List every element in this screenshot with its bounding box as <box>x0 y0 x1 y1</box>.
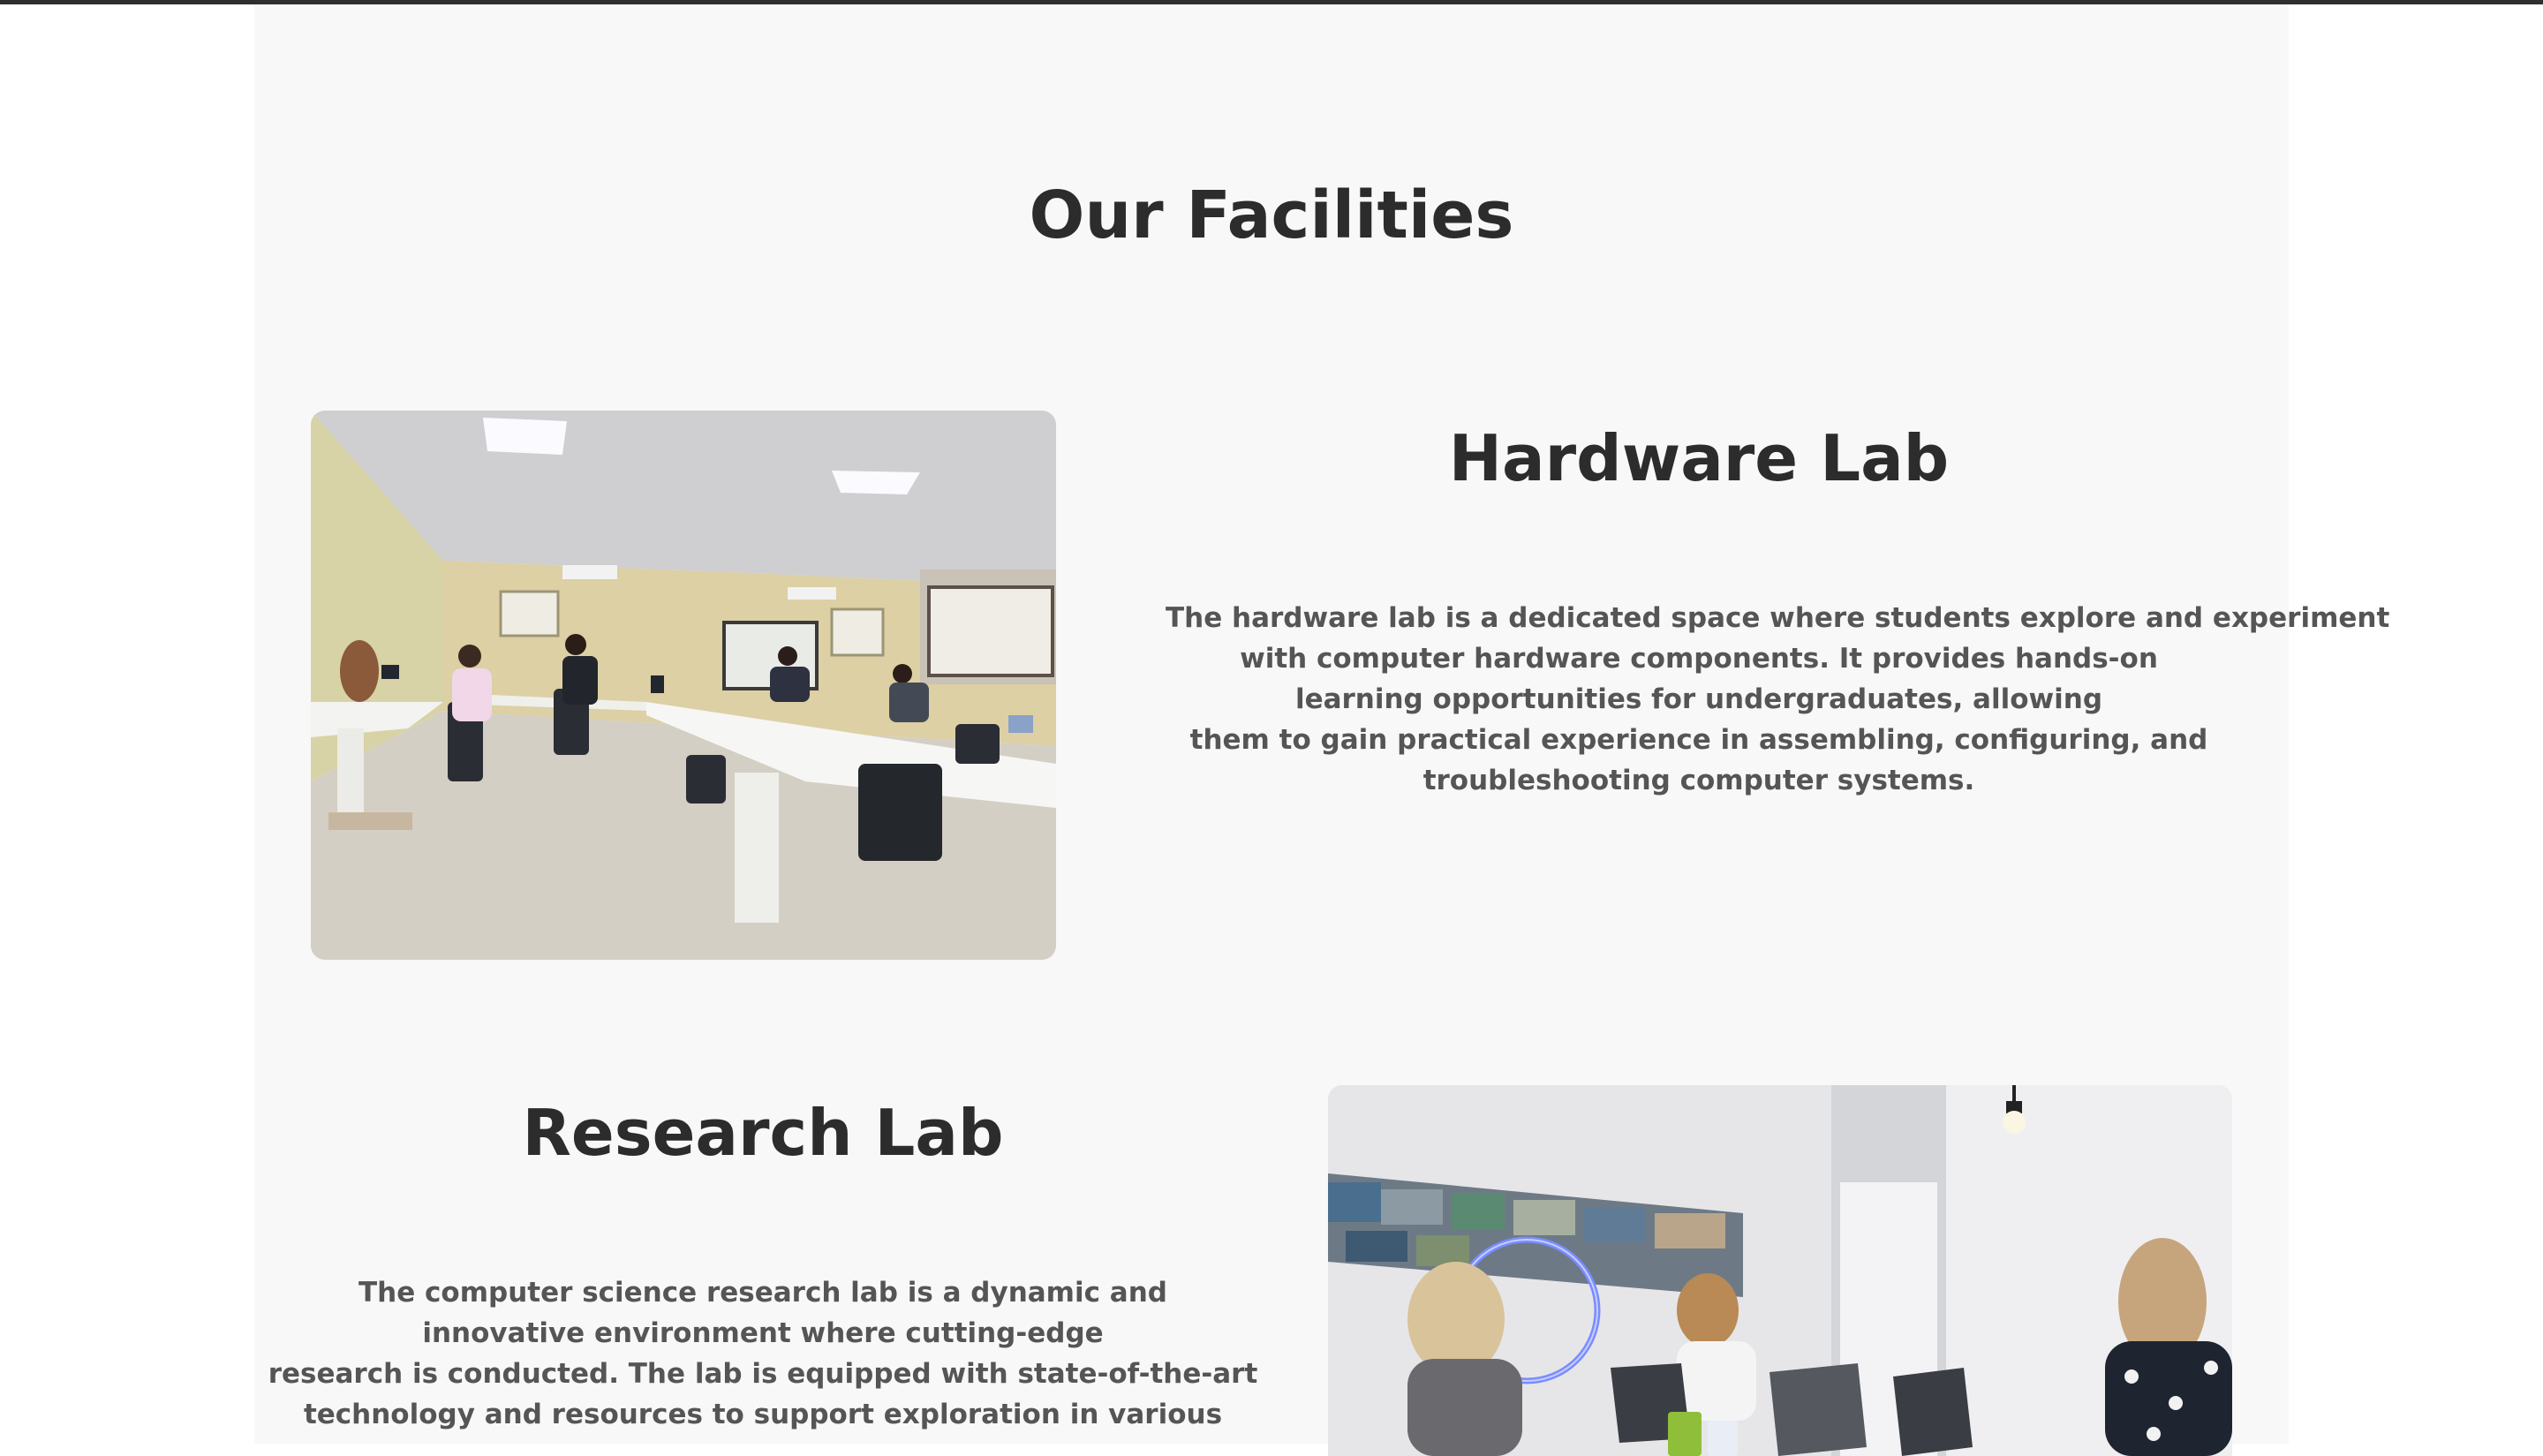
hardware-lab-description-line: The hardware lab is a dedicated space wh… <box>1166 602 2390 634</box>
hardware-lab-title: Hardware Lab <box>1448 421 1950 495</box>
research-lab-description-line: technology and resources to support expl… <box>303 1399 1223 1430</box>
research-lab-description-line: research is conducted. The lab is equipp… <box>268 1358 1258 1390</box>
facilities-section: Our Facilities Hardware Lab The hardware… <box>254 4 2390 1456</box>
section-title: Our Facilities <box>1029 177 1514 253</box>
hardware-lab-image <box>311 411 1056 960</box>
research-lab-description-line: innovative environment where cutting-edg… <box>422 1317 1104 1349</box>
research-lab-description-line: The computer science research lab is a d… <box>358 1277 1167 1309</box>
hardware-lab-description-line: them to gain practical experience in ass… <box>1189 724 2208 756</box>
research-lab-description: The computer science research lab is a d… <box>254 1272 1272 1435</box>
hardware-lab-description: The hardware lab is a dedicated space wh… <box>1166 598 2390 801</box>
hardware-lab-description-line: learning opportunities for undergraduate… <box>1294 683 2103 715</box>
research-lab-title: Research Lab <box>522 1096 1004 1170</box>
research-lab-image <box>1328 1085 2232 1456</box>
hardware-lab-description-line: troubleshooting computer systems. <box>1422 765 1975 796</box>
hardware-lab-description-line: with computer hardware components. It pr… <box>1240 643 2158 675</box>
